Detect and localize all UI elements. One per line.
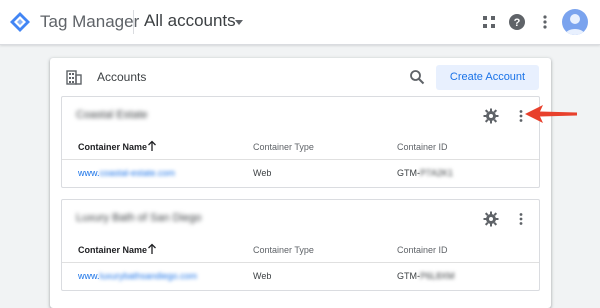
accounts-title: Accounts <box>97 70 147 84</box>
account-name[interactable]: Coastal Estate <box>76 109 148 121</box>
column-header-container-id: Container ID <box>397 142 448 152</box>
container-id-prefix: GTM- <box>397 271 420 281</box>
column-header-container-name[interactable]: Container Name <box>78 245 147 255</box>
container-id: GTM-P7A2K1 <box>397 168 453 178</box>
product-name: Tag Manager <box>40 12 140 31</box>
search-icon[interactable] <box>409 69 425 85</box>
accounts-card-header: Accounts Create Account <box>50 58 551 94</box>
building-icon <box>66 70 82 85</box>
container-id-blurred: P6L8XM <box>420 271 455 281</box>
table-divider <box>62 262 539 263</box>
account-name[interactable]: Luxury Bath of San Diego <box>76 212 201 224</box>
help-icon[interactable]: ? <box>507 12 527 32</box>
container-name-prefix: www. <box>78 168 100 178</box>
account-panel: Luxury Bath of San Diego Container Name <box>61 199 540 291</box>
container-id-prefix: GTM- <box>397 168 420 178</box>
chevron-down-icon[interactable] <box>235 20 243 25</box>
apps-icon[interactable] <box>479 12 499 32</box>
container-id-blurred: P7A2K1 <box>420 168 454 178</box>
more-vert-icon[interactable] <box>535 12 555 32</box>
container-name-prefix: www. <box>78 271 100 281</box>
container-type: Web <box>253 271 272 281</box>
create-account-button[interactable]: Create Account <box>436 65 539 90</box>
table-divider <box>62 159 539 160</box>
container-id: GTM-P6L8XM <box>397 271 455 281</box>
svg-text:?: ? <box>514 17 521 29</box>
container-name-link[interactable]: www.luxurybathsandiego.com <box>78 271 197 281</box>
sort-ascending-icon[interactable] <box>147 140 157 152</box>
container-type: Web <box>253 168 272 178</box>
container-name-blurred: coastal-estate.com <box>99 168 176 178</box>
annotation-arrow-icon <box>525 105 577 123</box>
container-name-blurred: luxurybathsandiego.com <box>99 271 198 281</box>
sort-ascending-icon[interactable] <box>147 243 157 255</box>
more-vert-icon[interactable] <box>513 211 529 227</box>
avatar[interactable] <box>562 9 588 35</box>
column-header-container-name[interactable]: Container Name <box>78 142 147 152</box>
top-app-bar: Tag Manager All accounts ? <box>0 0 600 45</box>
container-name-link[interactable]: www.coastal-estate.com <box>78 168 175 178</box>
tag-manager-logo-icon[interactable] <box>8 10 32 34</box>
gear-icon[interactable] <box>483 108 499 124</box>
column-header-container-type: Container Type <box>253 142 314 152</box>
column-header-container-type: Container Type <box>253 245 314 255</box>
user-icon <box>565 14 585 35</box>
account-switcher[interactable]: All accounts <box>144 11 236 31</box>
header-divider <box>133 10 134 34</box>
accounts-card: Accounts Create Account Coastal Estate C… <box>50 58 551 308</box>
column-header-container-id: Container ID <box>397 245 448 255</box>
gear-icon[interactable] <box>483 211 499 227</box>
account-panel: Coastal Estate Container Name Container … <box>61 96 540 188</box>
